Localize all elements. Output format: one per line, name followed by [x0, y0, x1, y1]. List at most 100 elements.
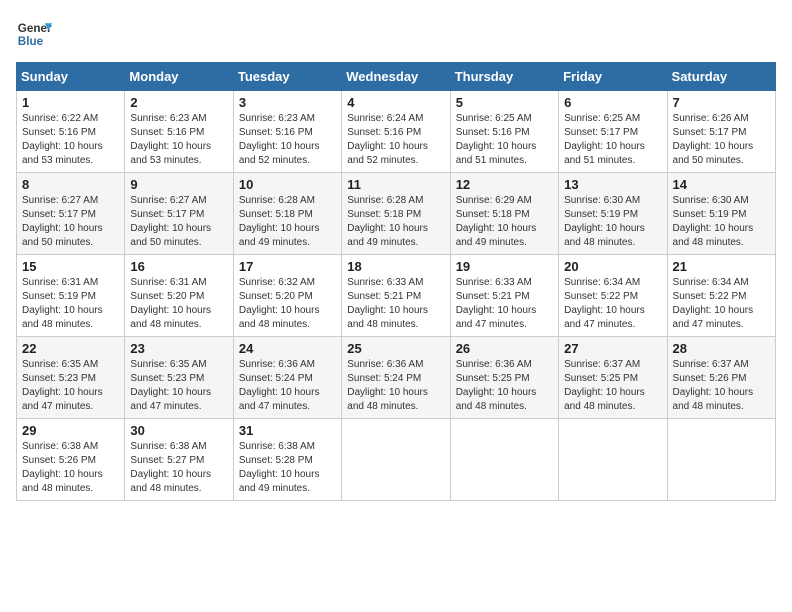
- week-row-4: 22 Sunrise: 6:35 AMSunset: 5:23 PMDayligh…: [17, 337, 776, 419]
- day-cell: 27Sunrise: 6:37 AMSunset: 5:25 PMDayligh…: [559, 337, 667, 419]
- day-detail: Sunrise: 6:27 AMSunset: 5:17 PMDaylight:…: [22, 195, 103, 248]
- day-cell: 9 Sunrise: 6:27 AMSunset: 5:17 PMDaylight…: [125, 173, 233, 255]
- day-number: 16: [130, 259, 227, 274]
- day-cell: 10 Sunrise: 6:28 AMSunset: 5:18 PMDayligh…: [233, 173, 341, 255]
- day-detail: Sunrise: 6:38 AMSunset: 5:28 PMDaylight:…: [239, 441, 320, 494]
- day-detail: Sunrise: 6:36 AMSunset: 5:24 PMDaylight:…: [239, 359, 320, 412]
- day-cell: [450, 419, 558, 501]
- day-cell: 19 Sunrise: 6:33 AMSunset: 5:21 PMDayligh…: [450, 255, 558, 337]
- day-cell: 8 Sunrise: 6:27 AMSunset: 5:17 PMDaylight…: [17, 173, 125, 255]
- logo-icon: General Blue: [16, 16, 52, 52]
- day-cell: [342, 419, 450, 501]
- day-number: 22: [22, 341, 119, 356]
- day-detail: Sunrise: 6:37 AMSunset: 5:25 PMDaylight:…: [564, 359, 645, 412]
- day-detail: Sunrise: 6:31 AMSunset: 5:20 PMDaylight:…: [130, 277, 211, 330]
- day-cell: 2Sunrise: 6:23 AMSunset: 5:16 PMDaylight…: [125, 91, 233, 173]
- day-detail: Sunrise: 6:22 AMSunset: 5:16 PMDaylight:…: [22, 113, 103, 166]
- day-number: 4: [347, 95, 444, 110]
- col-header-monday: Monday: [125, 63, 233, 91]
- day-cell: 1 Sunrise: 6:22 AMSunset: 5:16 PMDaylight…: [17, 91, 125, 173]
- day-cell: 25 Sunrise: 6:36 AMSunset: 5:24 PMDayligh…: [342, 337, 450, 419]
- day-detail: Sunrise: 6:27 AMSunset: 5:17 PMDaylight:…: [130, 195, 211, 248]
- day-number: 19: [456, 259, 553, 274]
- day-number: 8: [22, 177, 119, 192]
- day-number: 18: [347, 259, 444, 274]
- week-row-2: 8 Sunrise: 6:27 AMSunset: 5:17 PMDaylight…: [17, 173, 776, 255]
- header: General Blue: [16, 16, 776, 52]
- day-cell: 21 Sunrise: 6:34 AMSunset: 5:22 PMDayligh…: [667, 255, 775, 337]
- day-detail: Sunrise: 6:38 AMSunset: 5:27 PMDaylight:…: [130, 441, 211, 494]
- calendar-table: SundayMondayTuesdayWednesdayThursdayFrid…: [16, 62, 776, 501]
- col-header-saturday: Saturday: [667, 63, 775, 91]
- day-detail: Sunrise: 6:25 AMSunset: 5:16 PMDaylight:…: [456, 113, 537, 166]
- day-number: 31: [239, 423, 336, 438]
- day-number: 3: [239, 95, 336, 110]
- day-number: 17: [239, 259, 336, 274]
- col-header-wednesday: Wednesday: [342, 63, 450, 91]
- col-header-tuesday: Tuesday: [233, 63, 341, 91]
- day-number: 10: [239, 177, 336, 192]
- day-detail: Sunrise: 6:25 AMSunset: 5:17 PMDaylight:…: [564, 113, 645, 166]
- day-cell: 7 Sunrise: 6:26 AMSunset: 5:17 PMDaylight…: [667, 91, 775, 173]
- day-number: 7: [673, 95, 770, 110]
- day-cell: 5 Sunrise: 6:25 AMSunset: 5:16 PMDaylight…: [450, 91, 558, 173]
- day-number: 28: [673, 341, 770, 356]
- day-detail: Sunrise: 6:35 AMSunset: 5:23 PMDaylight:…: [130, 359, 211, 412]
- day-number: 25: [347, 341, 444, 356]
- day-number: 1: [22, 95, 119, 110]
- day-cell: 6 Sunrise: 6:25 AMSunset: 5:17 PMDaylight…: [559, 91, 667, 173]
- day-cell: 13 Sunrise: 6:30 AMSunset: 5:19 PMDayligh…: [559, 173, 667, 255]
- day-detail: Sunrise: 6:32 AMSunset: 5:20 PMDaylight:…: [239, 277, 320, 330]
- day-detail: Sunrise: 6:28 AMSunset: 5:18 PMDaylight:…: [239, 195, 320, 248]
- column-headers: SundayMondayTuesdayWednesdayThursdayFrid…: [17, 63, 776, 91]
- day-number: 21: [673, 259, 770, 274]
- day-number: 30: [130, 423, 227, 438]
- day-number: 26: [456, 341, 553, 356]
- day-detail: Sunrise: 6:35 AMSunset: 5:23 PMDaylight:…: [22, 359, 103, 412]
- day-cell: 14 Sunrise: 6:30 AMSunset: 5:19 PMDayligh…: [667, 173, 775, 255]
- day-cell: 22 Sunrise: 6:35 AMSunset: 5:23 PMDayligh…: [17, 337, 125, 419]
- day-number: 14: [673, 177, 770, 192]
- day-detail: Sunrise: 6:37 AMSunset: 5:26 PMDaylight:…: [673, 359, 754, 412]
- day-number: 5: [456, 95, 553, 110]
- day-number: 11: [347, 177, 444, 192]
- day-number: 13: [564, 177, 661, 192]
- day-number: 9: [130, 177, 227, 192]
- day-cell: [559, 419, 667, 501]
- day-number: 6: [564, 95, 661, 110]
- day-cell: 11 Sunrise: 6:28 AMSunset: 5:18 PMDayligh…: [342, 173, 450, 255]
- day-cell: 20 Sunrise: 6:34 AMSunset: 5:22 PMDayligh…: [559, 255, 667, 337]
- day-cell: 29Sunrise: 6:38 AMSunset: 5:26 PMDayligh…: [17, 419, 125, 501]
- day-detail: Sunrise: 6:33 AMSunset: 5:21 PMDaylight:…: [347, 277, 428, 330]
- week-row-3: 15 Sunrise: 6:31 AMSunset: 5:19 PMDayligh…: [17, 255, 776, 337]
- day-number: 24: [239, 341, 336, 356]
- day-cell: 30 Sunrise: 6:38 AMSunset: 5:27 PMDayligh…: [125, 419, 233, 501]
- day-detail: Sunrise: 6:23 AMSunset: 5:16 PMDaylight:…: [130, 113, 211, 166]
- day-detail: Sunrise: 6:30 AMSunset: 5:19 PMDaylight:…: [673, 195, 754, 248]
- day-cell: 17 Sunrise: 6:32 AMSunset: 5:20 PMDayligh…: [233, 255, 341, 337]
- day-detail: Sunrise: 6:29 AMSunset: 5:18 PMDaylight:…: [456, 195, 537, 248]
- col-header-friday: Friday: [559, 63, 667, 91]
- day-number: 15: [22, 259, 119, 274]
- day-detail: Sunrise: 6:28 AMSunset: 5:18 PMDaylight:…: [347, 195, 428, 248]
- day-detail: Sunrise: 6:26 AMSunset: 5:17 PMDaylight:…: [673, 113, 754, 166]
- day-cell: 4 Sunrise: 6:24 AMSunset: 5:16 PMDaylight…: [342, 91, 450, 173]
- day-detail: Sunrise: 6:30 AMSunset: 5:19 PMDaylight:…: [564, 195, 645, 248]
- col-header-thursday: Thursday: [450, 63, 558, 91]
- day-detail: Sunrise: 6:24 AMSunset: 5:16 PMDaylight:…: [347, 113, 428, 166]
- day-detail: Sunrise: 6:38 AMSunset: 5:26 PMDaylight:…: [22, 441, 103, 494]
- day-cell: 15 Sunrise: 6:31 AMSunset: 5:19 PMDayligh…: [17, 255, 125, 337]
- day-cell: 24 Sunrise: 6:36 AMSunset: 5:24 PMDayligh…: [233, 337, 341, 419]
- day-cell: 28 Sunrise: 6:37 AMSunset: 5:26 PMDayligh…: [667, 337, 775, 419]
- day-cell: [667, 419, 775, 501]
- day-detail: Sunrise: 6:34 AMSunset: 5:22 PMDaylight:…: [673, 277, 754, 330]
- day-detail: Sunrise: 6:31 AMSunset: 5:19 PMDaylight:…: [22, 277, 103, 330]
- day-number: 12: [456, 177, 553, 192]
- day-detail: Sunrise: 6:33 AMSunset: 5:21 PMDaylight:…: [456, 277, 537, 330]
- day-detail: Sunrise: 6:36 AMSunset: 5:24 PMDaylight:…: [347, 359, 428, 412]
- day-number: 20: [564, 259, 661, 274]
- day-detail: Sunrise: 6:34 AMSunset: 5:22 PMDaylight:…: [564, 277, 645, 330]
- day-number: 23: [130, 341, 227, 356]
- col-header-sunday: Sunday: [17, 63, 125, 91]
- week-row-1: 1 Sunrise: 6:22 AMSunset: 5:16 PMDaylight…: [17, 91, 776, 173]
